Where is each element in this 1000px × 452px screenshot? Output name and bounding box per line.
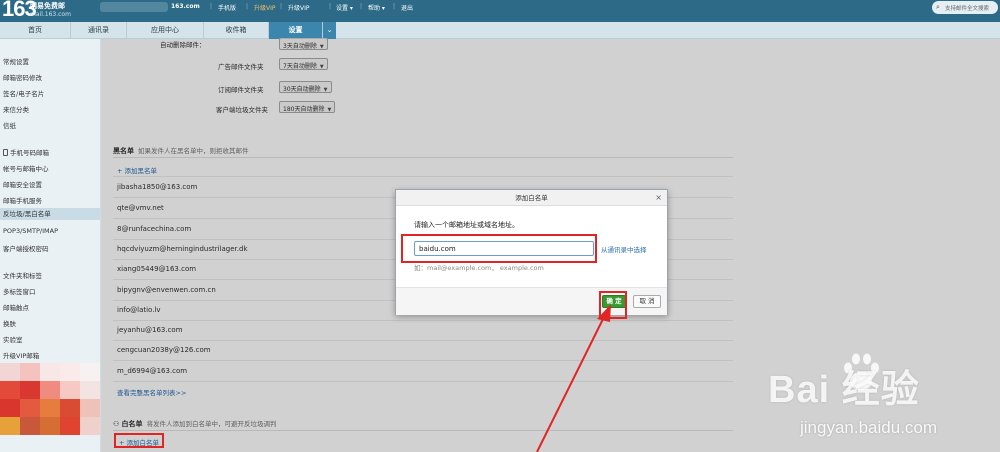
separator: | [329,3,332,10]
tab-dropdown-chevron-icon[interactable]: ⌄ [323,22,336,39]
main-nav: 首页 通讯录 应用中心 收件箱 设置 [0,22,1000,39]
baidu-jingyan-logo: Bai 经验 [768,369,920,411]
separator: | [360,3,363,10]
tab-contacts[interactable]: 通讯录 [71,22,127,39]
sidebar-item-upgrade-vip[interactable]: 升级VIP邮箱 [3,350,39,360]
tab-settings[interactable]: 设置 [269,22,323,39]
phone-icon [3,149,8,156]
choose-from-contacts-link[interactable]: 从通讯录中选择 [601,244,647,254]
logout-link[interactable]: 退出 [401,3,413,12]
tab-home[interactable]: 首页 [0,22,71,39]
sidebar-item-label: 手机号码邮箱 [10,149,49,157]
sidebar-item-mobile-service[interactable]: 邮箱手机服务 [3,195,42,205]
add-whitelist-dialog: 添加白名单 × 请输入一个邮箱地址或域名地址。 从通讯录中选择 如：mail@e… [395,189,668,315]
sidebar-item-touchpoint[interactable]: 邮箱触点 [3,302,29,312]
tab-inbox[interactable]: 收件箱 [204,22,269,39]
sidebar-item-antispam[interactable]: 反垃圾/黑白名单 [0,208,100,220]
sidebar-item-filters[interactable]: 来信分类 [3,104,29,114]
top-bar: 163 网易免费邮 mail.163.com 163.com | 手机版 | 升… [0,0,1000,22]
sidebar-item-multi-tab[interactable]: 多标签窗口 [3,286,36,296]
sidebar-item-client-password[interactable]: 客户端授权密码 [3,243,49,253]
baidu-jingyan-url: jingyan.baidu.com [800,418,938,437]
settings-menu-link[interactable]: 设置 ▾ [336,3,353,12]
dialog-footer [396,287,667,315]
sidebar-item-lab[interactable]: 实验室 [3,334,23,344]
dialog-prompt: 请输入一个邮箱地址或域名地址。 [414,221,519,229]
upgrade-vip-link-2[interactable]: 升级VIP [288,3,310,12]
sidebar-item-signature[interactable]: 签名/电子名片 [3,88,44,98]
input-hint: 如：mail@example.com， example.com [414,264,544,272]
settings-sidebar: 常规设置 邮箱密码修改 签名/电子名片 来信分类 信纸 手机号码邮箱 帐号与邮箱… [0,39,101,452]
logo-domain: mail.163.com [30,11,71,18]
sidebar-item-general[interactable]: 常规设置 [3,56,29,66]
separator: | [280,3,283,10]
sidebar-item-folders[interactable]: 文件夹和标签 [3,270,42,280]
tab-app-center[interactable]: 应用中心 [127,22,204,39]
mobile-version-link[interactable]: 手机版 [218,3,236,12]
account-suffix[interactable]: 163.com [171,3,200,10]
separator: | [210,3,213,10]
sidebar-item-pop3[interactable]: POP3/SMTP/IMAP [3,227,58,235]
sidebar-item-stationery[interactable]: 信纸 [3,120,16,130]
help-menu-link[interactable]: 帮助 ▾ [368,3,385,12]
sidebar-item-password[interactable]: 邮箱密码修改 [3,72,42,82]
sidebar-item-security[interactable]: 邮箱安全设置 [3,179,42,189]
account-name-blurred [100,2,168,12]
upgrade-vip-link[interactable]: 升级VIP [254,3,276,12]
separator: | [393,3,396,10]
logo-text: 网易免费邮 [30,2,65,10]
dialog-title: 添加白名单 [396,190,667,206]
sidebar-item-account-center[interactable]: 帐号与邮箱中心 [3,163,49,173]
search-icon: ⌕ [936,3,940,11]
confirm-button[interactable]: 确 定 [602,295,626,308]
close-icon[interactable]: × [655,190,662,206]
sidebar-item-skin[interactable]: 换肤 [3,318,16,328]
search-box[interactable]: ⌕ 支持邮件全文搜索 [932,1,998,14]
separator: | [246,3,249,10]
whitelist-address-input[interactable] [414,241,594,256]
cancel-button[interactable]: 取 消 [633,295,661,308]
blurred-ad-mosaic [0,363,100,436]
sidebar-item-mobile-mail[interactable]: 手机号码邮箱 [3,147,49,157]
search-placeholder: 支持邮件全文搜索 [945,6,990,12]
